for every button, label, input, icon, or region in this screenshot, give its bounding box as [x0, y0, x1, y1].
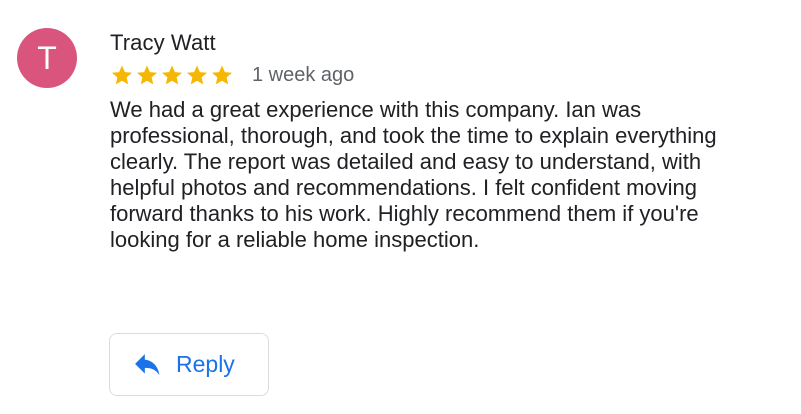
review-text: We had a great experience with this comp… — [110, 97, 717, 252]
star-rating — [110, 63, 234, 87]
star-icon — [112, 65, 132, 85]
reply-label: Reply — [176, 351, 235, 377]
review-time: 1 week ago — [252, 64, 355, 86]
reply-arrow-icon — [135, 353, 160, 375]
reviewer-name: Tracy Watt — [110, 30, 216, 55]
star-icon — [162, 65, 182, 85]
reply-button[interactable]: Reply — [109, 333, 269, 396]
star-icon — [212, 65, 232, 85]
star-icon — [187, 65, 207, 85]
avatar-initial: T — [37, 40, 57, 76]
review-meta: 1 week ago — [110, 58, 770, 92]
star-icon — [137, 65, 157, 85]
review-card: Tracy Watt 1 week ago We had a great exp… — [110, 28, 770, 253]
avatar: T — [17, 28, 77, 88]
